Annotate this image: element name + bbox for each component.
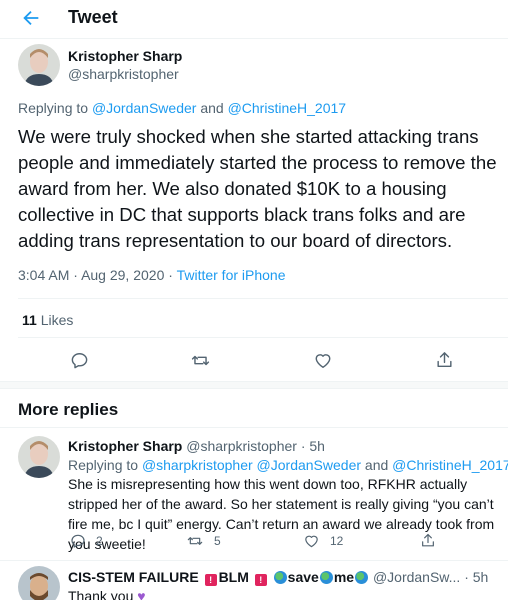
- replying-and: and: [200, 100, 224, 116]
- like-button[interactable]: [313, 351, 333, 370]
- reply-reply-button[interactable]: 2: [70, 533, 103, 549]
- mention-link[interactable]: @ChristineH_2017: [392, 457, 508, 473]
- globe-emoji-icon: [319, 571, 333, 584]
- replying-prefix: Replying to: [68, 457, 139, 473]
- reply-author-handle[interactable]: @sharpkristopher: [186, 438, 297, 454]
- tweet-source[interactable]: Twitter for iPhone: [177, 267, 286, 283]
- tweet-time[interactable]: 3:04 AM: [18, 267, 69, 283]
- top-bar: Tweet: [0, 0, 508, 36]
- reply-divider: [0, 560, 508, 561]
- more-replies-divider: [0, 427, 508, 428]
- reply-button[interactable]: [70, 351, 89, 370]
- share-icon: [422, 533, 434, 547]
- author-handle[interactable]: @sharpkristopher: [68, 66, 179, 82]
- author-avatar[interactable]: [18, 44, 60, 86]
- meta-separator: ·: [168, 267, 173, 283]
- retweet-icon: [187, 537, 203, 545]
- meta-divider: [18, 298, 508, 299]
- siren-emoji-icon: !: [254, 574, 267, 586]
- likes-number: 11: [22, 312, 37, 328]
- tweet-meta: 3:04 AM · Aug 29, 2020 · Twitter for iPh…: [18, 267, 286, 283]
- heart-icon: [305, 535, 318, 548]
- share-icon: [437, 352, 452, 368]
- siren-emoji-icon: !: [204, 574, 217, 586]
- retweet-button[interactable]: [190, 351, 211, 370]
- back-arrow-icon[interactable]: [20, 7, 42, 29]
- page-title: Tweet: [68, 7, 118, 27]
- replying-to-line: Replying to @JordanSweder and @Christine…: [18, 100, 346, 116]
- reply-like-button[interactable]: 12: [303, 533, 343, 549]
- reply2-time[interactable]: · 5h: [464, 569, 488, 585]
- reply2-author-handle[interactable]: @JordanSw...: [373, 569, 460, 585]
- reply-retweet-button[interactable]: 5: [186, 533, 221, 549]
- reply-icon: [71, 353, 88, 369]
- reply2-header: CIS-STEM FAILURE ! BLM ! save me @JordanSw…: [68, 569, 488, 586]
- retweet-icon: [191, 355, 210, 366]
- reply-replying-to: Replying to @sharpkristopher @JordanSwed…: [68, 457, 508, 473]
- mention-link[interactable]: @ChristineH_2017: [228, 100, 347, 116]
- like-count: 12: [330, 534, 344, 548]
- replying-and: and: [364, 457, 389, 473]
- author-name[interactable]: Kristopher Sharp: [68, 48, 182, 64]
- reply-share-button[interactable]: [420, 532, 436, 549]
- reply-time[interactable]: · 5h: [301, 438, 325, 454]
- retweet-count: 5: [214, 534, 221, 548]
- reply2-author-name[interactable]: CIS-STEM FAILURE ! BLM ! save me: [68, 569, 369, 586]
- section-separator: [0, 381, 508, 389]
- reply2-avatar[interactable]: [18, 566, 60, 600]
- tweet-date[interactable]: Aug 29, 2020: [81, 267, 164, 283]
- share-button[interactable]: [435, 350, 454, 370]
- purple-heart-icon: ♥: [137, 588, 146, 600]
- mention-link[interactable]: @sharpkristopher @JordanSweder: [142, 457, 361, 473]
- tweet-text: We were truly shocked when she started a…: [18, 126, 497, 251]
- likes-count[interactable]: 11 Likes: [22, 312, 73, 328]
- reply-header: Kristopher Sharp @sharpkristopher · 5h: [68, 438, 325, 454]
- reply-icon: [71, 534, 85, 548]
- likes-label: Likes: [40, 312, 74, 328]
- header-divider: [0, 38, 508, 39]
- reply-author-name[interactable]: Kristopher Sharp: [68, 438, 182, 454]
- meta-separator: ·: [73, 267, 78, 283]
- reply2-text: Thank you ♥: [68, 586, 500, 600]
- reply-avatar[interactable]: [18, 436, 60, 478]
- globe-emoji-icon: [273, 571, 287, 584]
- mention-link[interactable]: @JordanSweder: [92, 100, 197, 116]
- likes-divider: [18, 337, 508, 338]
- heart-icon: [315, 354, 331, 368]
- reply-count: 2: [96, 534, 103, 548]
- replying-prefix: Replying to: [18, 100, 89, 116]
- globe-emoji-icon: [355, 571, 369, 584]
- more-replies-heading: More replies: [18, 400, 119, 419]
